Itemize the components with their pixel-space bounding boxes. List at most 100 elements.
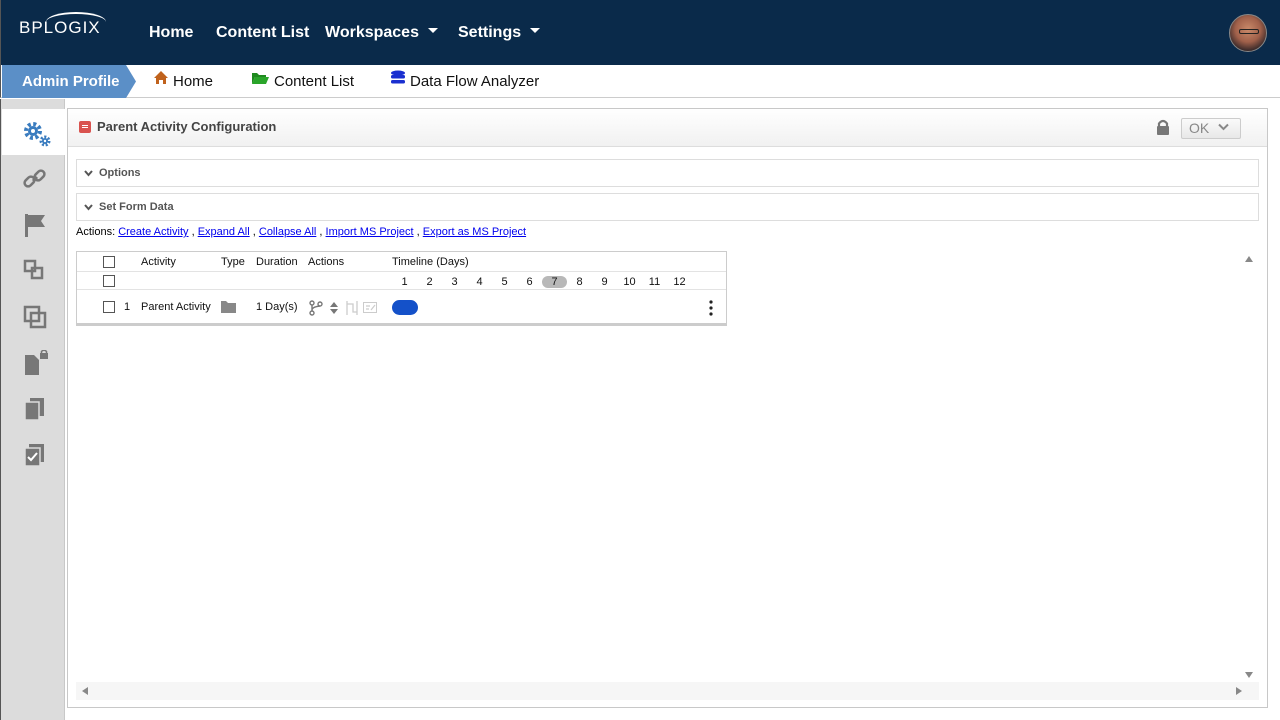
activity-grid: Activity Type Duration Actions Timeline …: [76, 251, 727, 326]
scroll-down-arrow[interactable]: [1245, 672, 1253, 678]
checked-document-icon: [24, 444, 44, 467]
nav-content-list[interactable]: Content List: [216, 24, 309, 42]
select-row-checkbox[interactable]: [103, 275, 115, 287]
branch-icon[interactable]: [309, 300, 323, 319]
nav-home[interactable]: Home: [149, 24, 193, 42]
header-divider: [77, 271, 726, 272]
nav-settings-label: Settings: [458, 24, 522, 41]
timeline-day: 2: [426, 276, 433, 288]
clone-icon: [23, 305, 47, 329]
avatar-glasses: [1239, 29, 1259, 34]
gears-icon: [24, 122, 51, 147]
timeline-day: 6: [526, 276, 533, 288]
actions-prefix: Actions:: [76, 226, 116, 238]
left-sidebar: [0, 99, 66, 720]
link-icon: [23, 169, 46, 188]
caret-down-icon: [530, 28, 541, 34]
chevron-down-icon: [84, 204, 93, 211]
sidebar-item-approved-documents[interactable]: [2, 431, 66, 477]
actions-separator: ,: [416, 226, 420, 238]
breadcrumb-home[interactable]: Home: [153, 65, 213, 98]
scroll-right-arrow[interactable]: [1236, 687, 1242, 695]
timeline-day: 9: [601, 276, 608, 288]
sidebar-item-clone[interactable]: [2, 293, 66, 339]
sidebar-item-shapes[interactable]: [2, 247, 66, 293]
horizontal-scrollbar[interactable]: [76, 682, 1259, 700]
section-set-form-data[interactable]: Set Form Data: [76, 193, 1259, 221]
more-options-icon[interactable]: [709, 300, 713, 319]
breadcrumb: Admin Profile Home Content List Data Flo…: [0, 65, 1280, 98]
column-header-duration: Duration: [256, 256, 298, 268]
nav-workspaces-label: Workspaces: [325, 24, 419, 41]
section-set-form-data-label: Set Form Data: [99, 201, 174, 213]
activity-row-number: 1: [124, 301, 131, 313]
caret-down-icon: [427, 28, 438, 34]
sidebar-item-links[interactable]: [2, 155, 66, 201]
timeline-day: 1: [401, 276, 408, 288]
breadcrumb-data-flow-analyzer-label: Data Flow Analyzer: [410, 73, 540, 90]
copy-icon: [24, 398, 44, 421]
timeline-bar[interactable]: [392, 300, 418, 315]
section-options-label: Options: [99, 167, 141, 179]
user-avatar[interactable]: [1229, 14, 1267, 52]
timeline-day: 4: [476, 276, 483, 288]
sidebar-item-copy[interactable]: [2, 385, 66, 431]
page-title: Parent Activity Configuration: [97, 119, 277, 134]
timeline-day: 12: [673, 276, 686, 288]
locked-document-icon: [25, 350, 48, 375]
activity-name[interactable]: Parent Activity: [141, 301, 211, 313]
actions-separator: ,: [319, 226, 323, 238]
activity-duration: 1 Day(s): [256, 301, 298, 313]
nav-settings[interactable]: Settings: [458, 24, 541, 42]
breadcrumb-content-list-label: Content List: [274, 73, 355, 90]
nav-workspaces[interactable]: Workspaces: [325, 24, 438, 42]
panel-header: Parent Activity Configuration OK: [68, 109, 1267, 147]
lock-icon[interactable]: [1156, 119, 1170, 140]
timeline-day: 3: [451, 276, 458, 288]
timeline-day: 5: [501, 276, 508, 288]
nav-home-label: Home: [149, 24, 194, 41]
create-activity-link[interactable]: Create Activity: [118, 226, 188, 238]
collapse-all-link[interactable]: Collapse All: [259, 226, 316, 238]
actions-separator: ,: [191, 226, 195, 238]
chevron-down-icon: [84, 170, 93, 177]
breadcrumb-content-list[interactable]: Content List: [251, 65, 354, 98]
dependency-icon: [345, 300, 359, 319]
sidebar-item-secured-documents[interactable]: [2, 339, 66, 385]
column-header-timeline: Timeline (Days): [392, 256, 469, 268]
column-header-type: Type: [221, 256, 245, 268]
ok-button[interactable]: OK: [1181, 118, 1241, 139]
select-all-checkbox[interactable]: [103, 256, 115, 268]
breadcrumb-admin-profile-label: Admin Profile: [22, 73, 120, 90]
edit-form-icon: [363, 302, 377, 316]
actions-separator: ,: [252, 226, 256, 238]
sort-icon[interactable]: [329, 301, 339, 318]
breadcrumb-data-flow-analyzer[interactable]: Data Flow Analyzer: [390, 65, 539, 98]
column-header-actions: Actions: [308, 256, 345, 268]
activity-row-checkbox[interactable]: [103, 301, 115, 313]
folder-open-icon: [251, 64, 270, 97]
timeline-day: 11: [648, 276, 661, 288]
home-icon: [153, 64, 169, 97]
nav-content-list-label: Content List: [216, 24, 310, 41]
actions-bar: Actions: Create Activity , Expand All , …: [76, 226, 526, 238]
chevron-down-icon: [1218, 123, 1229, 131]
expand-all-link[interactable]: Expand All: [198, 226, 250, 238]
import-ms-project-link[interactable]: Import MS Project: [326, 226, 414, 238]
shapes-icon: [23, 259, 44, 280]
scroll-left-arrow[interactable]: [82, 687, 88, 695]
export-ms-project-link[interactable]: Export as MS Project: [423, 226, 526, 238]
section-options[interactable]: Options: [76, 159, 1259, 187]
database-icon: [390, 64, 406, 97]
logo-arc: [46, 12, 106, 32]
form-icon: [79, 121, 91, 133]
folder-icon: [220, 300, 237, 317]
sidebar-item-milestones[interactable]: [2, 201, 66, 247]
timeline-day: 10: [623, 276, 636, 288]
sidebar-item-settings[interactable]: [2, 109, 66, 155]
flag-icon: [25, 214, 45, 237]
scroll-up-arrow[interactable]: [1245, 256, 1253, 262]
breadcrumb-admin-profile[interactable]: Admin Profile: [2, 65, 136, 98]
bplogix-logo[interactable]: BPLOGIX: [19, 12, 106, 38]
ok-button-label: OK: [1189, 120, 1210, 136]
